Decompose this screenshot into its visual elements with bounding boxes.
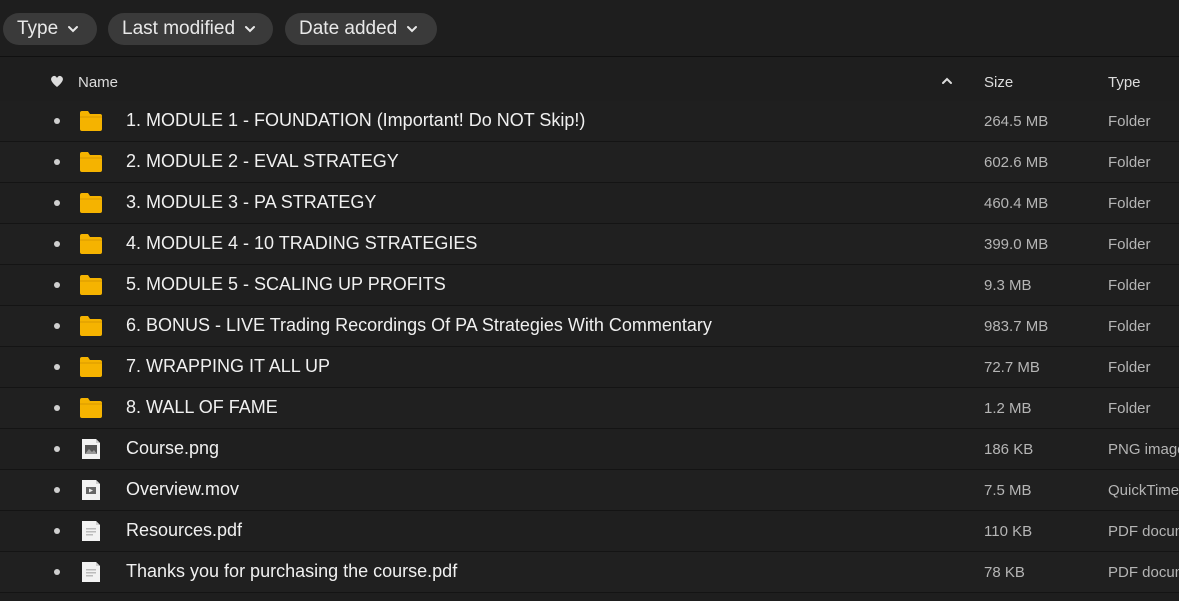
file-name: Overview.mov <box>126 479 240 499</box>
tag-dot-icon <box>54 364 60 370</box>
file-name: 7. WRAPPING IT ALL UP <box>126 356 331 376</box>
file-row[interactable]: 3. MODULE 3 - PA STRATEGY 460.4 MB Folder <box>0 183 1179 224</box>
tag-dot-icon <box>54 487 60 493</box>
file-type: Folder <box>1108 154 1151 171</box>
type-column-header[interactable]: Type <box>1108 74 1141 91</box>
chevron-down-icon <box>245 26 256 33</box>
file-type: Folder <box>1108 195 1151 212</box>
file-size: 399.0 MB <box>984 236 1049 253</box>
video-file-icon <box>79 479 103 501</box>
file-row[interactable]: 6. BONUS - LIVE Trading Recordings Of PA… <box>0 306 1179 347</box>
name-column-header[interactable]: Name <box>78 74 118 91</box>
file-row[interactable]: Resources.pdf 110 KB PDF document <box>0 511 1179 552</box>
file-size: 460.4 MB <box>984 195 1049 212</box>
file-size: 9.3 MB <box>984 277 1032 294</box>
tag-dot-icon <box>54 405 60 411</box>
tag-dot-icon <box>54 282 60 288</box>
chevron-down-icon <box>68 26 79 33</box>
pdf-file-icon <box>79 520 103 542</box>
chevron-up-icon[interactable] <box>940 74 954 88</box>
file-list: 1. MODULE 1 - FOUNDATION (Important! Do … <box>0 101 1179 593</box>
file-size: 7.5 MB <box>984 482 1032 499</box>
file-size: 602.6 MB <box>984 154 1049 171</box>
file-row[interactable]: 4. MODULE 4 - 10 TRADING STRATEGIES 399.0… <box>0 224 1179 265</box>
tag-dot-icon <box>54 528 60 534</box>
folder-icon <box>79 233 103 255</box>
tag-dot-icon <box>54 159 60 165</box>
size-column-header[interactable]: Size <box>984 74 1013 91</box>
filter-toolbar: Type Last modified Date added <box>0 0 1179 57</box>
file-type: Folder <box>1108 277 1151 294</box>
folder-icon <box>79 274 103 296</box>
file-row[interactable]: 1. MODULE 1 - FOUNDATION (Important! Do … <box>0 101 1179 142</box>
file-type: Folder <box>1108 318 1151 335</box>
file-name: Thanks you for purchasing the course.pdf <box>126 561 458 581</box>
image-file-icon <box>79 438 103 460</box>
file-name: 4. MODULE 4 - 10 TRADING STRATEGIES <box>126 233 478 253</box>
folder-icon <box>79 397 103 419</box>
pdf-file-icon <box>79 561 103 583</box>
date-added-filter-label: Date added <box>299 18 398 39</box>
last-modified-filter-label: Last modified <box>122 18 236 39</box>
file-type: Folder <box>1108 236 1151 253</box>
tag-dot-icon <box>54 200 60 206</box>
file-name: 3. MODULE 3 - PA STRATEGY <box>126 192 377 212</box>
file-type: Folder <box>1108 400 1151 417</box>
folder-icon <box>79 110 103 132</box>
type-filter-label: Type <box>17 18 59 39</box>
file-row[interactable]: Thanks you for purchasing the course.pdf… <box>0 552 1179 593</box>
tag-column-icon[interactable] <box>49 74 65 88</box>
file-name: Resources.pdf <box>126 520 243 540</box>
file-name: Course.png <box>126 438 220 458</box>
file-size: 983.7 MB <box>984 318 1049 335</box>
file-row[interactable]: 2. MODULE 2 - EVAL STRATEGY 602.6 MB Folde… <box>0 142 1179 183</box>
file-name: 6. BONUS - LIVE Trading Recordings Of PA… <box>126 315 712 335</box>
file-row[interactable]: 5. MODULE 5 - SCALING UP PROFITS 9.3 MB Fo… <box>0 265 1179 306</box>
file-size: 78 KB <box>984 564 1025 581</box>
file-type: QuickTime movie <box>1108 482 1179 499</box>
date-added-filter-button[interactable]: Date added <box>285 13 437 45</box>
folder-icon <box>79 356 103 378</box>
type-filter-button[interactable]: Type <box>3 13 97 45</box>
folder-icon <box>79 315 103 337</box>
folder-icon <box>79 151 103 173</box>
file-type: PNG image <box>1108 441 1179 458</box>
file-size: 72.7 MB <box>984 359 1040 376</box>
file-type: PDF document <box>1108 523 1179 540</box>
file-row[interactable]: Course.png 186 KB PNG image <box>0 429 1179 470</box>
file-name: 5. MODULE 5 - SCALING UP PROFITS <box>126 274 446 294</box>
file-row[interactable]: 8. WALL OF FAME 1.2 MB Folder <box>0 388 1179 429</box>
file-size: 186 KB <box>984 441 1034 458</box>
chevron-down-icon <box>407 26 418 33</box>
file-name: 8. WALL OF FAME <box>126 397 278 417</box>
tag-dot-icon <box>54 569 60 575</box>
file-size: 264.5 MB <box>984 113 1049 130</box>
file-name: 1. MODULE 1 - FOUNDATION (Important! Do … <box>126 110 586 130</box>
file-type: Folder <box>1108 359 1151 376</box>
tag-dot-icon <box>54 118 60 124</box>
file-type: PDF document <box>1108 564 1179 581</box>
file-type: Folder <box>1108 113 1151 130</box>
tag-dot-icon <box>54 323 60 329</box>
column-header-row: Name Size Type <box>0 62 1179 103</box>
tag-dot-icon <box>54 446 60 452</box>
folder-icon <box>79 192 103 214</box>
file-row[interactable]: 7. WRAPPING IT ALL UP 72.7 MB Folder <box>0 347 1179 388</box>
file-size: 110 KB <box>984 523 1033 540</box>
last-modified-filter-button[interactable]: Last modified <box>108 13 273 45</box>
file-row[interactable]: Overview.mov 7.5 MB QuickTime movie <box>0 470 1179 511</box>
file-size: 1.2 MB <box>984 400 1032 417</box>
tag-dot-icon <box>54 241 60 247</box>
file-name: 2. MODULE 2 - EVAL STRATEGY <box>126 151 399 171</box>
